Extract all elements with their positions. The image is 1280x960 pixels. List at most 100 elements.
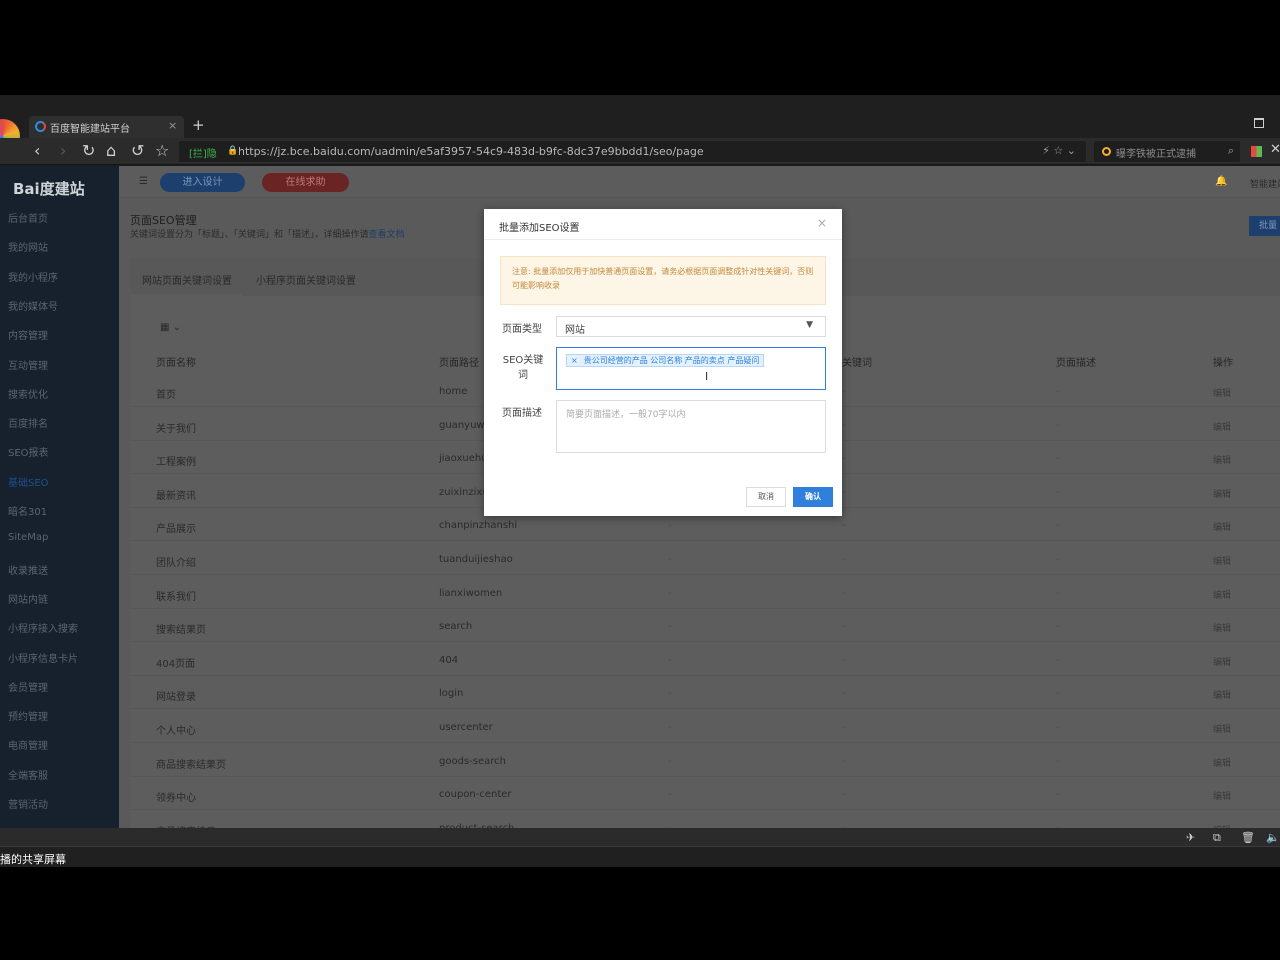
page-name-cell: 网站登录 bbox=[156, 692, 196, 704]
edit-link[interactable]: 编辑 bbox=[1213, 487, 1231, 500]
description-placeholder: 简要页面描述，一般70字以内 bbox=[566, 410, 686, 420]
edit-link[interactable]: 编辑 bbox=[1213, 756, 1231, 769]
page-subtitle: 关键词设置分为「标题」、「关键词」和「描述」，详细操作请查看文档 bbox=[130, 227, 405, 240]
edit-link[interactable]: 编辑 bbox=[1213, 722, 1231, 735]
sidebar-item[interactable]: 营销活动 bbox=[8, 796, 48, 811]
extension-close-icon[interactable]: ✕ bbox=[1270, 142, 1280, 157]
edit-link[interactable]: 编辑 bbox=[1213, 621, 1231, 634]
keyword-tag[interactable]: × 贵公司经营的产品 公司名称 产品的卖点 产品疑问 bbox=[566, 354, 765, 367]
volume-icon[interactable]: 🔈 bbox=[1266, 831, 1280, 844]
browser-search-box[interactable]: 曝李铁被正式逮捕 ⌕ bbox=[1094, 141, 1240, 162]
new-tab-button[interactable]: + bbox=[192, 116, 205, 134]
browser-tabbar: 登录 百度智能建站平台 × + bbox=[0, 95, 1280, 158]
page-title: 页面SEO管理 bbox=[130, 214, 197, 227]
edit-link[interactable]: 编辑 bbox=[1213, 789, 1231, 802]
page-path-cell: lianxiwomen bbox=[439, 587, 503, 599]
edit-link[interactable]: 编辑 bbox=[1213, 588, 1231, 601]
edit-link[interactable]: 编辑 bbox=[1213, 688, 1231, 701]
view-doc-link[interactable]: 查看文档 bbox=[369, 230, 405, 240]
sidebar-item[interactable]: SiteMap bbox=[8, 532, 48, 543]
sidebar-item[interactable]: 搜索优化 bbox=[8, 386, 48, 401]
edit-link[interactable]: 编辑 bbox=[1213, 554, 1231, 567]
bell-icon[interactable]: 🔔 bbox=[1215, 176, 1227, 187]
page-description-textarea[interactable]: 简要页面描述，一般70字以内 bbox=[556, 400, 826, 453]
screenshot-icon[interactable]: ⧉ bbox=[1213, 831, 1221, 845]
browser-tab[interactable]: 百度智能建站平台 × bbox=[29, 116, 184, 138]
description-cell: - bbox=[1056, 554, 1060, 565]
rocket-icon[interactable]: ✈ bbox=[1186, 831, 1195, 844]
undo-icon[interactable]: ↺ bbox=[131, 141, 144, 161]
description-cell: - bbox=[1056, 486, 1060, 498]
cancel-button[interactable]: 取消 bbox=[746, 487, 786, 507]
page-name-cell: 最新资讯 bbox=[156, 490, 196, 502]
sidebar-item[interactable]: 小程序信息卡片 bbox=[8, 650, 78, 665]
tab-favicon-icon bbox=[35, 121, 46, 132]
confirm-button[interactable]: 确认 bbox=[793, 487, 833, 507]
grid-view-icon[interactable]: ▦ ⌄ bbox=[160, 322, 181, 333]
tab-title: 百度智能建站平台 bbox=[50, 124, 130, 135]
seo-keywords-input[interactable]: × 贵公司经营的产品 公司名称 产品的卖点 产品疑问 I bbox=[556, 347, 826, 390]
cancel-label: 取消 bbox=[758, 492, 774, 501]
sidebar-item[interactable]: 暗名301 bbox=[8, 503, 47, 518]
topbar-right-text[interactable]: 智能建站 bbox=[1250, 177, 1280, 190]
sidebar-item[interactable]: 我的小程序 bbox=[8, 269, 58, 284]
extension-grid-icon[interactable] bbox=[1251, 146, 1262, 157]
page-path-cell: chanpinzhanshi bbox=[439, 520, 518, 532]
menu-toggle-icon[interactable]: ☰ bbox=[139, 176, 148, 187]
page-path-cell: search bbox=[439, 621, 473, 633]
page-type-select[interactable]: 网站 ▼ bbox=[556, 316, 826, 337]
online-help-button[interactable]: 在线求助 bbox=[262, 173, 349, 192]
sidebar-item[interactable]: 电商管理 bbox=[8, 737, 48, 752]
sidebar-item[interactable]: 小程序接入搜索 bbox=[8, 620, 78, 635]
keyword-cell: - bbox=[842, 419, 846, 431]
close-icon[interactable]: × bbox=[817, 216, 827, 230]
page-name-cell: 404页面 bbox=[156, 658, 196, 670]
sidebar-item[interactable]: 内容管理 bbox=[8, 327, 48, 342]
search-engine-icon bbox=[1102, 147, 1111, 156]
trash-icon[interactable]: 🗑 bbox=[1241, 831, 1255, 844]
edit-link[interactable]: 编辑 bbox=[1213, 420, 1231, 433]
page-name-cell: 产品展示 bbox=[156, 524, 196, 536]
sidebar-item[interactable]: 收录推送 bbox=[8, 562, 48, 577]
enter-design-button[interactable]: 进入设计 bbox=[160, 173, 245, 192]
url-text[interactable]: https://jz.bce.baidu.com/uadmin/e5af3957… bbox=[238, 145, 704, 158]
sidebar-item[interactable]: 网站内链 bbox=[8, 591, 48, 606]
sidebar-item[interactable]: 百度排名 bbox=[8, 415, 48, 430]
edit-link[interactable]: 编辑 bbox=[1213, 386, 1231, 399]
url-bar[interactable]: [拦]隐 🔒 https://jz.bce.baidu.com/uadmin/e… bbox=[179, 141, 1086, 162]
edit-link[interactable]: 编辑 bbox=[1213, 655, 1231, 668]
sidebar-item[interactable]: 基础SEO bbox=[8, 474, 49, 489]
edit-link[interactable]: 编辑 bbox=[1213, 520, 1231, 533]
sidebar-item[interactable]: SEO报表 bbox=[8, 444, 49, 459]
dialog-header: 批量添加SEO设置 × bbox=[484, 209, 842, 240]
back-icon[interactable]: ‹ bbox=[34, 141, 40, 161]
home-icon[interactable]: ⌂ bbox=[106, 141, 116, 161]
tab-miniprogram-keywords[interactable]: 小程序页面关键词设置 bbox=[256, 272, 356, 287]
title-cell: - bbox=[668, 755, 672, 767]
sidebar-item[interactable]: 全端客服 bbox=[8, 767, 48, 782]
title-cell: - bbox=[668, 520, 672, 532]
sidebar-item[interactable]: 我的网站 bbox=[8, 239, 48, 254]
confirm-label: 确认 bbox=[805, 492, 821, 501]
tab-close-icon[interactable]: × bbox=[168, 119, 177, 132]
edit-link[interactable]: 编辑 bbox=[1213, 453, 1231, 466]
keyword-cell: - bbox=[842, 453, 846, 465]
tab-website-keywords[interactable]: 网站页面关键词设置 bbox=[142, 272, 232, 287]
title-cell: - bbox=[668, 722, 672, 733]
url-actions-icon[interactable]: ⚡ ☆ ⌄ bbox=[1042, 144, 1076, 157]
bookmark-star-icon[interactable]: ☆ bbox=[155, 141, 169, 161]
sidebar-item[interactable]: 预约管理 bbox=[8, 708, 48, 723]
search-icon[interactable]: ⌕ bbox=[1228, 144, 1234, 158]
tag-remove-icon[interactable]: × bbox=[571, 356, 578, 365]
active-tab-indicator bbox=[130, 294, 242, 296]
sidebar-item[interactable]: 后台首页 bbox=[8, 210, 48, 225]
sidebar-item[interactable]: 我的媒体号 bbox=[8, 298, 58, 313]
notice-box: 注意: 批量添加仅用于加快普通页面设置，请务必根据页面调整成针对性关键词，否则可… bbox=[500, 256, 826, 305]
reload-icon[interactable]: ↻ bbox=[82, 141, 95, 161]
sidebar-item[interactable]: 互动管理 bbox=[8, 357, 48, 372]
window-menu-icon[interactable] bbox=[1254, 118, 1264, 128]
url-secure-label: [拦]隐 bbox=[189, 149, 217, 160]
batch-add-button[interactable]: 批量 bbox=[1249, 216, 1280, 236]
forward-icon[interactable]: › bbox=[60, 141, 66, 161]
sidebar-item[interactable]: 会员管理 bbox=[8, 679, 48, 694]
